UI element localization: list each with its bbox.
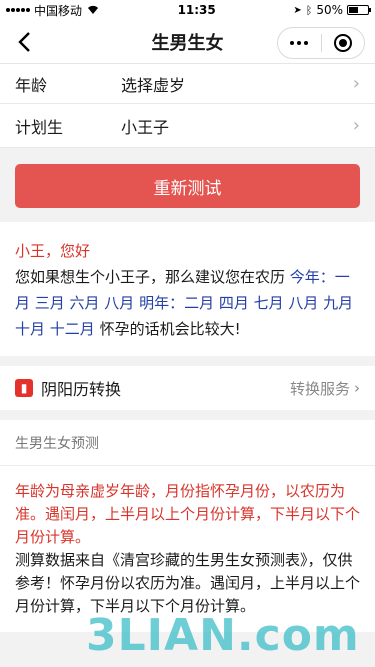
battery-percent: 50%: [316, 3, 343, 17]
prediction-title: 生男生女预测: [0, 420, 375, 466]
result-card: 小王，您好 您如果想生个小王子，那么建议您在农历 今年：一月 三月 六月 八月 …: [0, 222, 375, 356]
plan-row[interactable]: 计划生 小王子 ›: [0, 104, 375, 148]
more-dots-icon: [290, 41, 309, 45]
prediction-notes: 年龄为母亲虚岁年龄，月份指怀孕月份，以农历为准。遇闰月，上半月以上个月份计算，下…: [0, 466, 375, 632]
plan-label: 计划生: [15, 117, 64, 137]
status-bar: 中国移动 11:35 ➤ ᛒ 50%: [0, 0, 375, 20]
bluetooth-icon: ᛒ: [305, 3, 313, 17]
test-form: 年龄 选择虚岁 › 计划生 小王子 ›: [0, 64, 375, 148]
watermark-logo: 3LIAN.com: [86, 610, 360, 661]
result-text: 您如果想生个小王子，那么建议您在农历 今年：一月 三月 六月 八月 明年：二月 …: [15, 264, 360, 342]
wifi-icon: [86, 3, 100, 17]
mini-program-capsule: [277, 27, 365, 59]
greeting-text: 小王，您好: [15, 242, 91, 260]
prediction-note-red: 年龄为母亲虚岁年龄，月份指怀孕月份，以农历为准。遇闰月，上半月以上个月份计算，下…: [15, 482, 361, 546]
plan-value: 小王子: [121, 117, 170, 137]
carrier: 中国移动: [34, 3, 83, 18]
chevron-right-icon: ›: [352, 115, 360, 136]
page-title: 生男生女: [151, 32, 224, 54]
calendar-logo-icon: ▮: [15, 379, 33, 397]
status-time: 11:35: [177, 3, 216, 17]
chevron-right-icon: ›: [352, 73, 360, 94]
chevron-right-icon: ›: [354, 379, 360, 397]
result-outro: 怀孕的话机会比较大!: [99, 320, 241, 338]
service-action: 转换服务: [289, 379, 350, 398]
prediction-note: 测算数据来自《清宫珍藏的生男生女预测表》，仅供参考！怀孕月份以农历为准。遇闰月，…: [15, 551, 361, 615]
result-intro: 您如果想生个小王子，那么建议您在农历: [15, 268, 286, 286]
close-mini-program-button[interactable]: [322, 28, 365, 58]
nav-bar: 生男生女: [0, 20, 375, 64]
target-icon: [333, 34, 352, 52]
battery-icon: [346, 5, 371, 15]
age-label: 年龄: [15, 75, 48, 95]
location-icon: ➤: [293, 4, 302, 16]
more-menu-button[interactable]: [278, 28, 321, 58]
calendar-convert-row[interactable]: ▮ 阴阳历转换 转换服务 ›: [0, 366, 375, 410]
back-icon[interactable]: [10, 28, 38, 56]
prediction-section: 生男生女预测 年龄为母亲虚岁年龄，月份指怀孕月份，以农历为准。遇闰月，上半月以上…: [0, 420, 375, 632]
retest-button[interactable]: 重新测试: [15, 164, 360, 208]
service-name: 阴阳历转换: [41, 380, 122, 399]
service-link[interactable]: 转换服务 ›: [290, 378, 360, 399]
age-row[interactable]: 年龄 选择虚岁 ›: [0, 64, 375, 104]
signal-icon: [6, 8, 30, 12]
age-value: 选择虚岁: [121, 75, 186, 95]
